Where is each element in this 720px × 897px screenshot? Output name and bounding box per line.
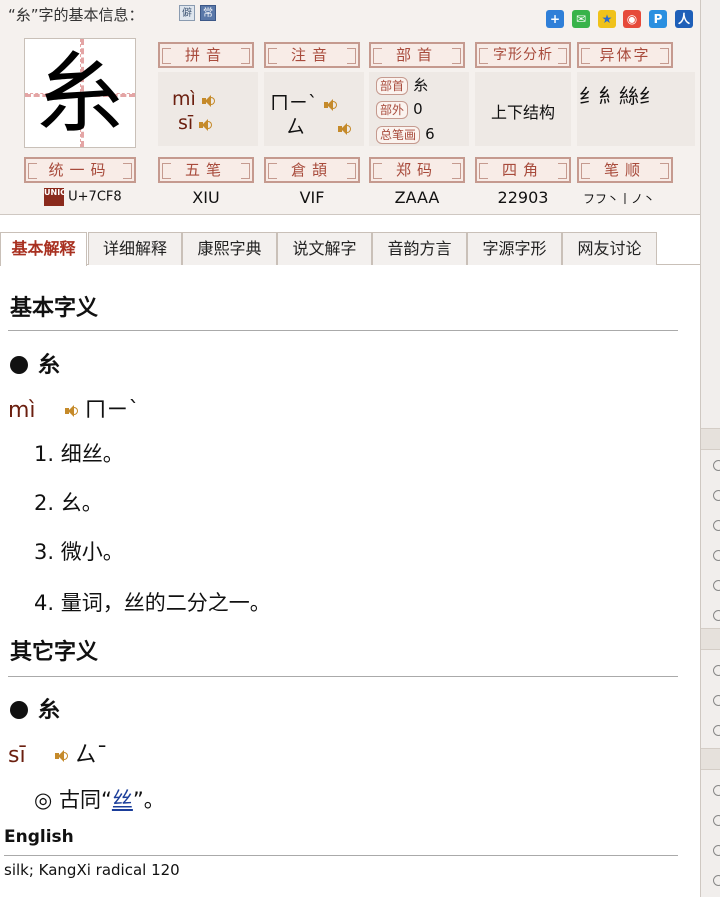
zhengma-value: ZAAA — [394, 188, 440, 207]
basic-def: 2. 幺。 — [34, 491, 103, 515]
label-pinyin: 拼音 — [158, 42, 254, 68]
label-bushou: 部首 — [369, 42, 465, 68]
edge-bullet-icon — [713, 550, 720, 561]
pinyin-si: sī — [178, 112, 258, 134]
label-wubi: 五笔 — [158, 157, 254, 183]
qzone-icon[interactable]: ★ — [598, 10, 616, 28]
other-def: ◎ 古同“丝”。 — [34, 788, 165, 812]
bullet-icon — [10, 701, 28, 719]
unicode-logo-icon: UNICODE — [44, 188, 64, 206]
english-heading: English — [4, 827, 74, 847]
speaker-icon[interactable] — [201, 94, 215, 108]
speaker-icon[interactable] — [54, 749, 68, 763]
divider — [8, 676, 678, 677]
related-char-link[interactable]: 丝 — [112, 788, 133, 812]
tab-kangxi[interactable]: 康熙字典 — [182, 232, 277, 265]
sijiao-value: 22903 — [497, 188, 549, 207]
edge-bullet-icon — [713, 580, 720, 591]
speaker-icon[interactable] — [198, 118, 213, 132]
basic-heading: 基本字义 — [10, 296, 99, 321]
info-title: “糸”字的基本信息： — [8, 6, 144, 24]
divider — [8, 330, 678, 331]
variant-chars[interactable]: 纟⺯絲纟 — [579, 82, 673, 110]
basic-char-heading: 糸 — [10, 347, 60, 379]
edge-band — [701, 628, 720, 650]
label-unicode: 统一码 — [24, 157, 136, 183]
speaker-icon[interactable] — [337, 122, 352, 136]
label-cangjie: 倉頡 — [264, 157, 360, 183]
other-heading: 其它字义 — [10, 640, 99, 665]
pengyou-icon[interactable]: P — [649, 10, 667, 28]
zhuyin-mi: ㄇㄧˋ — [270, 88, 360, 115]
big-character: 糸 — [35, 42, 124, 145]
bushou-total: 总笔画 6 — [376, 124, 435, 144]
tab-ziyuan[interactable]: 字源字形 — [467, 232, 562, 265]
other-pinyin-line: sī ㄙˉ — [8, 743, 108, 768]
speaker-icon[interactable] — [64, 404, 78, 418]
label-bishun: 笔顺 — [577, 157, 673, 183]
plus-icon[interactable]: + — [546, 10, 564, 28]
character-info-panel: “糸”字的基本信息： 僻 常 + ✉ ★ ◉ P 人 糸 拼音 注音 部首 字形… — [0, 0, 700, 215]
label-zhengma: 郑码 — [369, 157, 465, 183]
explanation-tabs: 基本解释 详细解释 康熙字典 说文解字 音韵方言 字源字形 网友讨论 — [0, 232, 700, 266]
basic-def: 3. 微小。 — [34, 540, 124, 564]
tab-detailed[interactable]: 详细解释 — [88, 232, 182, 265]
character-display-box: 糸 — [24, 38, 136, 148]
bushou-outer: 部外 0 — [376, 99, 423, 119]
basic-pinyin-line: mì ㄇㄧˋ — [8, 398, 140, 423]
edge-band — [701, 428, 720, 450]
renren-icon[interactable]: 人 — [675, 10, 693, 28]
cangjie-value: VIF — [299, 188, 325, 207]
edge-bullet-icon — [713, 695, 720, 706]
bushou-radical: 部首 糸 — [376, 74, 428, 95]
label-variant: 异体字 — [577, 42, 673, 68]
edge-bullet-icon — [713, 490, 720, 501]
label-structure: 字形分析 — [475, 42, 571, 68]
bullet-icon — [10, 356, 28, 374]
label-zhuyin: 注音 — [264, 42, 360, 68]
zhuyin-si: ㄙ — [286, 112, 366, 139]
rare-tag-icon[interactable]: 僻 — [179, 5, 195, 21]
basic-def: 4. 量词，丝的二分之一。 — [34, 591, 271, 615]
label-sijiao: 四角 — [475, 157, 571, 183]
tab-shuowen[interactable]: 说文解字 — [277, 232, 372, 265]
tab-yinyun[interactable]: 音韵方言 — [372, 232, 467, 265]
edge-bullet-icon — [713, 815, 720, 826]
edge-bullet-icon — [713, 875, 720, 886]
edge-bullet-icon — [713, 785, 720, 796]
edge-bullet-icon — [713, 725, 720, 736]
english-text: silk; KangXi radical 120 — [4, 861, 180, 879]
divider — [4, 855, 678, 856]
speaker-icon[interactable] — [323, 98, 337, 112]
unicode-value: UNICODE U+7CF8 — [44, 188, 122, 206]
edge-bullet-icon — [713, 610, 720, 621]
wubi-value: XIU — [192, 188, 220, 207]
edge-bullet-icon — [713, 845, 720, 856]
right-edge-strip — [700, 0, 720, 897]
tab-basic[interactable]: 基本解释 — [0, 232, 87, 266]
common-tag-icon[interactable]: 常 — [200, 5, 216, 21]
other-char-heading: 糸 — [10, 692, 60, 724]
wechat-icon[interactable]: ✉ — [572, 10, 590, 28]
edge-bullet-icon — [713, 520, 720, 531]
bishun-value: フフ丶丨ノ丶 — [583, 192, 656, 206]
edge-band — [701, 748, 720, 770]
structure-value: 上下结构 — [490, 103, 555, 122]
basic-def: 1. 细丝。 — [34, 442, 124, 466]
edge-bullet-icon — [713, 665, 720, 676]
pinyin-mi: mì — [172, 88, 252, 110]
weibo-icon[interactable]: ◉ — [623, 10, 641, 28]
tab-discussion[interactable]: 网友讨论 — [562, 232, 657, 265]
edge-bullet-icon — [713, 460, 720, 471]
